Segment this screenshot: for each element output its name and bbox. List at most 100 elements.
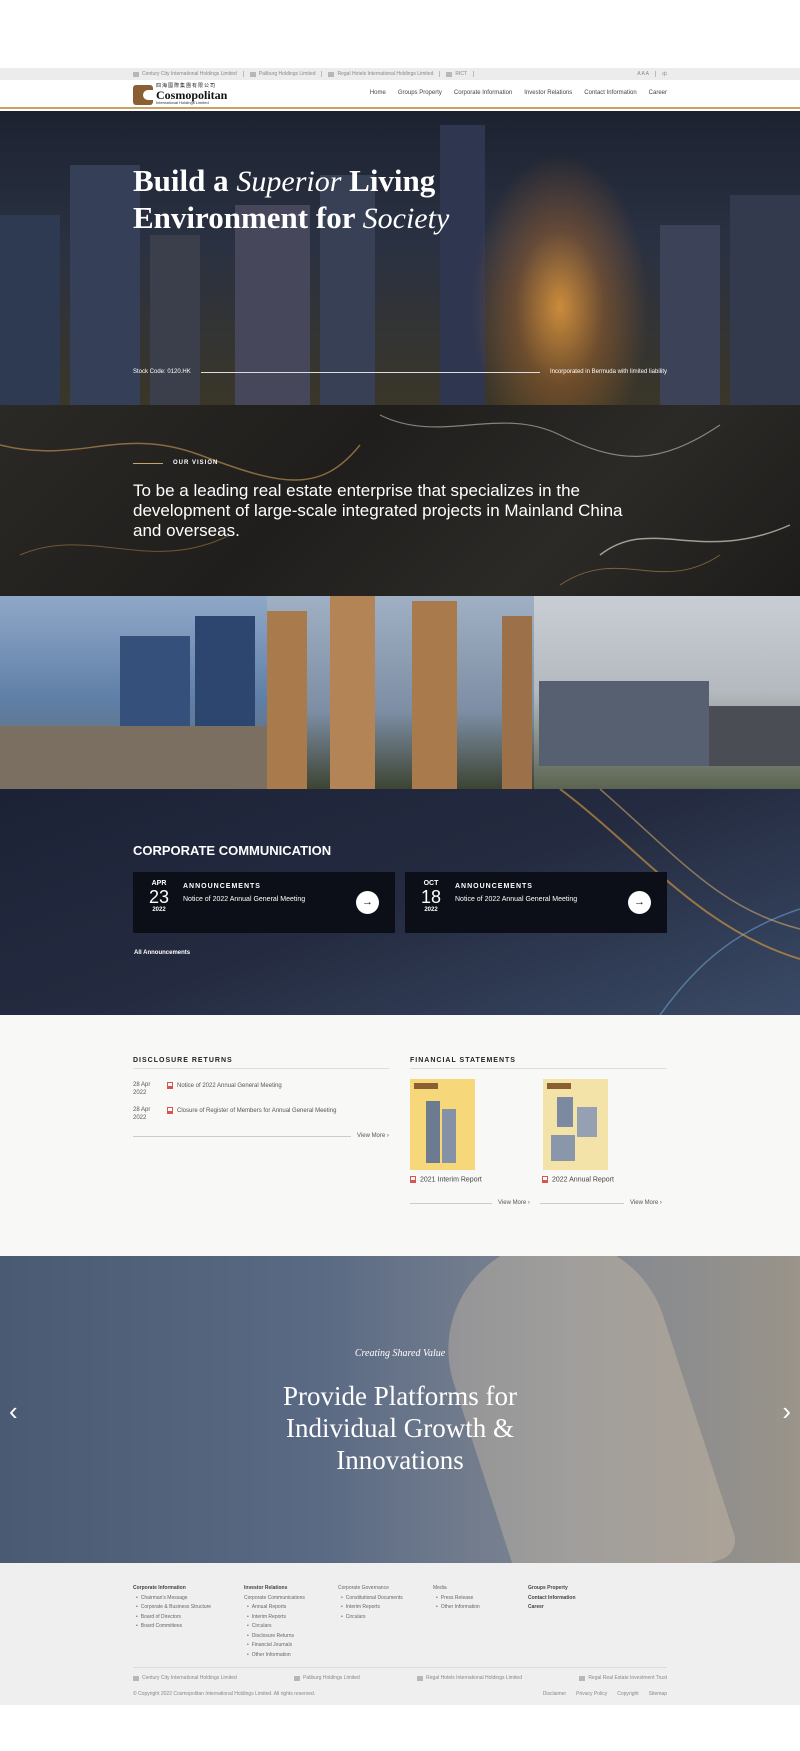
report-link[interactable]: 2022 Annual Report	[542, 1176, 614, 1183]
view-more-link[interactable]: View More ›	[133, 1133, 389, 1139]
sitemap-link[interactable]: Sitemap	[649, 1691, 667, 1697]
cover-building	[577, 1107, 597, 1137]
cover-logo	[547, 1083, 571, 1089]
footer-link[interactable]: Corporate & Business Structure	[141, 1603, 211, 1613]
group-logo-icon	[249, 71, 256, 77]
footer-heading[interactable]: Media	[433, 1584, 480, 1594]
announcement-card[interactable]: OCT 18 2022 ANNOUNCEMENTS Notice of 2022…	[405, 872, 667, 933]
nav-corporate-information[interactable]: Corporate Information	[454, 90, 512, 96]
vision-label: OUR VISION	[133, 460, 218, 466]
footer-link[interactable]: Career	[528, 1603, 576, 1613]
nav-groups-property[interactable]: Groups Property	[398, 90, 442, 96]
nav-investor-relations[interactable]: Investor Relations	[524, 90, 572, 96]
date-day: 18	[420, 887, 442, 907]
site-logo[interactable]: 四海國際集團有限公司 Cosmopolitan International Ho…	[133, 84, 227, 105]
incorporation-note: Incorporated in Bermuda with limited lia…	[549, 369, 667, 375]
announcement-date: APR 23 2022	[147, 880, 171, 913]
footer-group-link[interactable]: Century City International Holdings Limi…	[133, 1675, 237, 1681]
footer-link[interactable]: Press Release	[441, 1594, 480, 1604]
arrow-right-icon[interactable]: →	[356, 891, 379, 914]
footer-link[interactable]: Interim Reports	[346, 1603, 403, 1613]
footer-link[interactable]: Circulars	[346, 1613, 403, 1623]
disclosure-date: 28 Apr 2022	[133, 1107, 151, 1121]
footer-link[interactable]: Annual Reports	[252, 1603, 305, 1613]
hero-city-lights	[470, 151, 650, 405]
chevron-right-icon[interactable]: ›	[782, 1396, 791, 1427]
footer-group-link[interactable]: Regal Real Estate Investment Trust	[579, 1675, 667, 1681]
hero-building	[730, 195, 800, 405]
footer-subheading[interactable]: Corporate Communications	[244, 1594, 305, 1604]
footer-heading[interactable]: Investor Relations	[244, 1584, 305, 1594]
footer-group-label: Regal Hotels International Holdings Limi…	[426, 1675, 522, 1681]
announcement-card[interactable]: APR 23 2022 ANNOUNCEMENTS Notice of 2022…	[133, 872, 395, 933]
privacy-policy-link[interactable]: Privacy Policy	[576, 1691, 607, 1697]
section-title: DISCLOSURE RETURNS	[133, 1057, 389, 1069]
report-cover[interactable]	[410, 1079, 475, 1170]
footer-link[interactable]: Chairman's Message	[141, 1594, 211, 1604]
language-toggle[interactable]: 中	[662, 71, 667, 78]
nav-contact-information[interactable]: Contact Information	[584, 90, 636, 96]
footer-link[interactable]: Circulars	[252, 1622, 305, 1632]
divider	[133, 1135, 351, 1137]
disclosure-returns: DISCLOSURE RETURNS 28 Apr 2022 Notice of…	[133, 1057, 389, 1121]
hero-building	[150, 235, 200, 405]
cover-building	[442, 1109, 456, 1163]
divider	[654, 71, 656, 77]
group-link-paliburg[interactable]: Paliburg Holdings Limited	[249, 71, 323, 77]
chevron-left-icon[interactable]: ‹	[9, 1396, 18, 1427]
group-link-label: RICT	[455, 71, 468, 77]
divider	[133, 1667, 667, 1668]
arrow-right-icon[interactable]: →	[628, 891, 651, 914]
view-more-label: View More	[357, 1133, 386, 1139]
footer-link[interactable]: Other Information	[252, 1651, 305, 1661]
announcement-type: ANNOUNCEMENTS	[183, 883, 261, 890]
footer-link[interactable]: Disclosure Returns	[252, 1632, 305, 1642]
footer-column-governance: Corporate Governance Constitutional Docu…	[338, 1584, 403, 1622]
announcement-title: Notice of 2022 Annual General Meeting	[455, 896, 578, 903]
footer-link[interactable]: Board Committees	[141, 1622, 211, 1632]
group-logo-icon	[133, 1675, 139, 1681]
group-link-rict[interactable]: RICT	[446, 71, 475, 77]
copyright-link[interactable]: Copyright	[617, 1691, 638, 1697]
all-announcements-link[interactable]: All Announcements	[134, 950, 190, 956]
report-link[interactable]: 2021 Interim Report	[410, 1176, 482, 1183]
chevron-right-icon: ›	[385, 1133, 389, 1139]
footer-heading[interactable]: Corporate Information	[133, 1584, 211, 1594]
group-logo-icon	[417, 1675, 424, 1681]
divider	[133, 462, 163, 464]
footer-link[interactable]: Board of Directors	[141, 1613, 211, 1623]
date-month: OCT	[423, 880, 439, 887]
group-link-label: Paliburg Holdings Limited	[258, 71, 316, 77]
announcement-type: ANNOUNCEMENTS	[455, 883, 533, 890]
project-tower	[267, 611, 307, 789]
view-more-label: View More	[498, 1200, 527, 1206]
footer-link[interactable]: Constitutional Documents	[346, 1594, 403, 1604]
font-size-toggle[interactable]: A A A	[637, 71, 649, 77]
disclaimer-link[interactable]: Disclaimer	[543, 1691, 566, 1697]
footer-group-label: Paliburg Holdings Limited	[303, 1675, 360, 1681]
footer-heading[interactable]: Corporate Governance	[338, 1584, 403, 1594]
footer-link[interactable]: Interim Reports	[252, 1613, 305, 1623]
project-podium	[0, 726, 267, 789]
footer-link[interactable]: Other Information	[441, 1603, 480, 1613]
footer-link[interactable]: Contact Information	[528, 1594, 576, 1604]
footer-group-label: Regal Real Estate Investment Trust	[588, 1675, 667, 1681]
group-link-century[interactable]: Century City International Holdings Limi…	[133, 71, 244, 77]
footer-link[interactable]: Financial Journals	[252, 1641, 305, 1651]
group-link-regal[interactable]: Regal Hotels International Holdings Limi…	[328, 71, 441, 77]
hero-headline-text: Living	[341, 163, 436, 198]
hero-banner: Build a Superior Living Environment for …	[0, 111, 800, 405]
footer-group-label: Century City International Holdings Limi…	[142, 1675, 237, 1681]
nav-home[interactable]: Home	[370, 90, 386, 96]
pdf-icon	[542, 1176, 548, 1183]
report-cover[interactable]	[543, 1079, 608, 1170]
group-logo-icon	[328, 71, 335, 77]
footer-group-link[interactable]: Paliburg Holdings Limited	[294, 1675, 360, 1681]
footer-group-link[interactable]: Regal Hotels International Holdings Limi…	[417, 1675, 522, 1681]
nav-career[interactable]: Career	[649, 90, 667, 96]
view-more-link[interactable]: View More ›	[410, 1200, 530, 1206]
footer-link[interactable]: Groups Property	[528, 1584, 576, 1594]
light-trails	[559, 789, 800, 1015]
pdf-icon	[167, 1107, 173, 1114]
view-more-link[interactable]: View More ›	[540, 1200, 662, 1206]
